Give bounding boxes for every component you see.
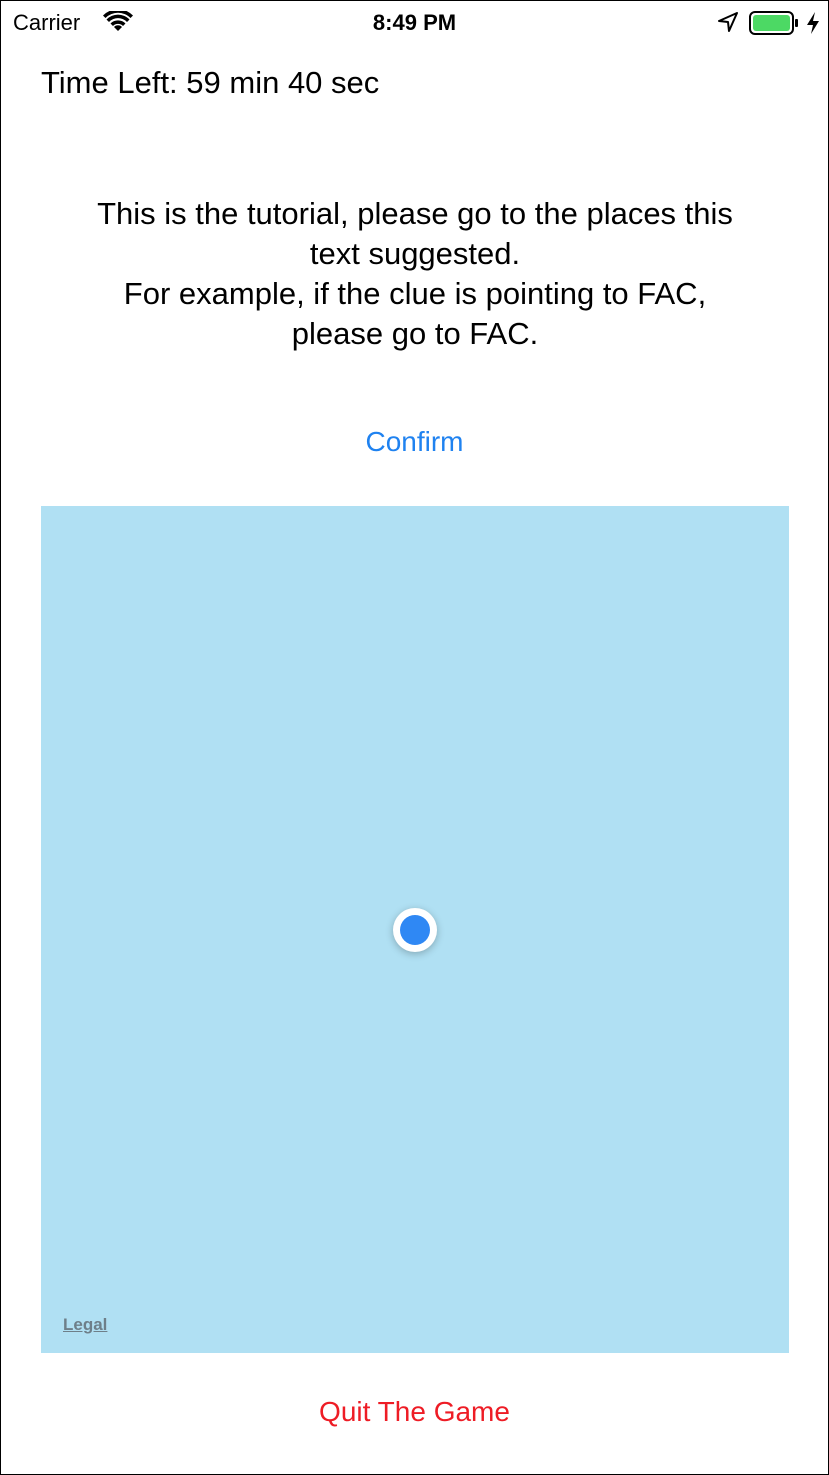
legal-link[interactable]: Legal — [63, 1315, 107, 1335]
status-time: 8:49 PM — [372, 10, 457, 35]
tutorial-line: text suggested. — [309, 236, 521, 271]
location-arrow-icon — [718, 12, 738, 32]
battery-icon — [749, 11, 799, 35]
app-screen: Carrier 8:49 PM Time Left: 59 min 40 sec… — [0, 0, 829, 1475]
tutorial-line: This is the tutorial, please go to the p… — [97, 196, 733, 231]
map-view[interactable]: Legal — [41, 506, 789, 1353]
tutorial-line: please go to FAC. — [291, 316, 539, 351]
tutorial-message: This is the tutorial, please go to the p… — [41, 194, 789, 354]
status-bar: Carrier 8:49 PM — [1, 1, 828, 45]
charging-bolt-icon — [806, 11, 820, 35]
confirm-button[interactable]: Confirm — [1, 426, 828, 458]
tutorial-line: For example, if the clue is pointing to … — [123, 276, 707, 311]
user-location-dot — [400, 915, 430, 945]
user-location-icon — [393, 908, 437, 952]
quit-game-button[interactable]: Quit The Game — [1, 1396, 828, 1428]
time-left-label: Time Left: 59 min 40 sec — [41, 65, 380, 100]
